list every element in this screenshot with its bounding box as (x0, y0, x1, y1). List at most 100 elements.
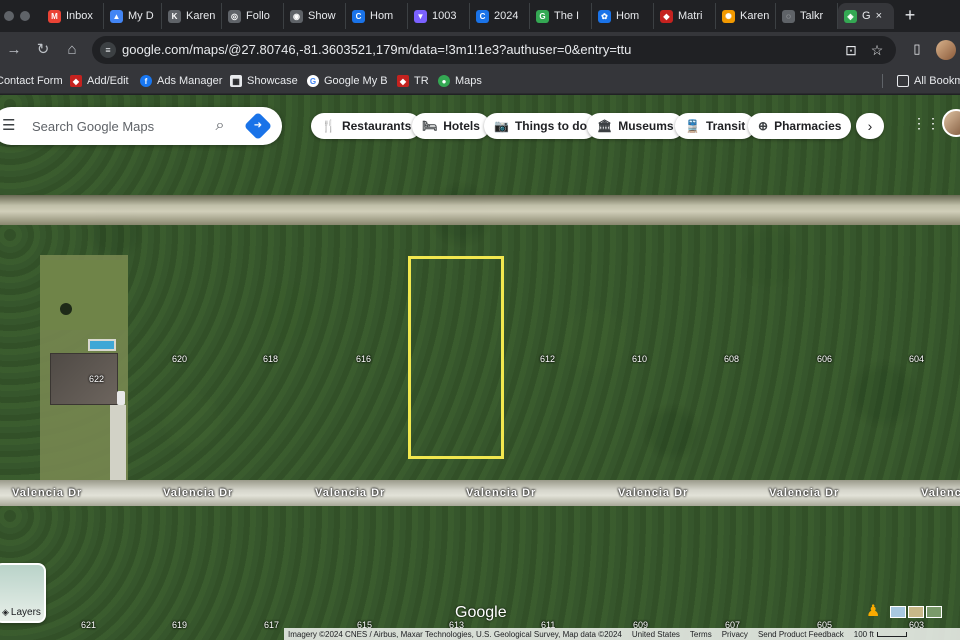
lot-number: 616 (356, 354, 372, 364)
tab-1003[interactable]: ▼ 1003 (408, 3, 470, 29)
bookmark-label: Showcase (247, 75, 298, 87)
google-logo: Google (455, 604, 507, 621)
chip-label: Restaurants (341, 119, 412, 133)
lot-number: 610 (632, 354, 648, 364)
tab-title: Hom (616, 10, 640, 22)
search-input[interactable] (32, 116, 192, 136)
site-icon: C (476, 9, 489, 23)
bookmark-maps[interactable]: ● Maps (438, 72, 482, 90)
terrain-thumbnail[interactable] (908, 606, 924, 618)
street-label: Valencia Dr (315, 487, 386, 499)
all-bookmarks[interactable]: All Bookm (897, 72, 960, 90)
side-panel-icon[interactable]: ▯ (908, 40, 926, 58)
search-icon[interactable]: ⌕ (210, 116, 230, 136)
scale-label[interactable]: 100 ft (854, 630, 907, 639)
bookmark-star-icon[interactable]: ☆ (868, 41, 886, 59)
bookmark-label: TR (414, 75, 429, 87)
bookmark-label: Add/Edit (87, 75, 129, 87)
map-type-thumbnail[interactable] (890, 606, 906, 618)
tab-follow[interactable]: ◎ Follo (222, 3, 284, 29)
facebook-icon: f (140, 75, 152, 87)
highlighted-parcel[interactable] (408, 256, 504, 459)
tab-title: Karen (186, 10, 215, 22)
tab-matrix[interactable]: ◆ Matri (654, 3, 716, 29)
bookmark-label: Google My B (324, 75, 388, 87)
tab-title: Inbox (66, 10, 93, 22)
pegman-icon[interactable]: ♟ (866, 602, 880, 622)
camera-icon: 📷 (494, 119, 509, 133)
tab-google-maps-active[interactable]: ◈ G × (838, 3, 894, 29)
directions-icon[interactable]: ➜ (243, 111, 273, 141)
chip-label: Things to do (514, 119, 587, 133)
bookmark-google-my-business[interactable]: G Google My B (307, 72, 388, 90)
bookmark-label: All Bookm (914, 75, 960, 87)
chip-restaurants[interactable]: 🍴 Restaurants (311, 113, 422, 139)
home-icon[interactable]: ⌂ (62, 40, 82, 60)
hamburger-menu-icon[interactable]: ☰ (2, 118, 16, 134)
site-icon: ◆ (660, 9, 673, 23)
site-icon: ✿ (598, 9, 611, 23)
lot-number: 617 (264, 620, 280, 630)
layers-button[interactable]: ◈ Layers (0, 563, 46, 623)
tab-inbox[interactable]: M Inbox (42, 3, 104, 29)
chip-museums[interactable]: 🏛 Museums (587, 113, 684, 139)
lot-number: 620 (172, 354, 188, 364)
tab-2024[interactable]: C 2024 (470, 3, 530, 29)
bookmark-add-edit[interactable]: ◆ Add/Edit (70, 72, 129, 90)
url-text[interactable]: google.com/maps/@27.80746,-81.3603521,17… (122, 36, 631, 64)
new-tab-button[interactable]: + (898, 4, 922, 28)
chip-pharmacies[interactable]: ⊕ Pharmacies (748, 113, 852, 139)
bookmark-label: Maps (455, 75, 482, 87)
site-info-icon[interactable]: ≡ (100, 42, 116, 58)
tab-karen-2[interactable]: ✺ Karen (716, 3, 776, 29)
forward-icon[interactable]: → (4, 40, 24, 60)
tab-title: Karen (740, 10, 769, 22)
house-roof (50, 353, 118, 405)
layers-icon: ◈ (2, 607, 9, 617)
street-label: Valencia Dr (618, 487, 689, 499)
chip-hotels[interactable]: 🛏 Hotels (412, 113, 490, 139)
chip-transit[interactable]: 🚆 Transit (675, 113, 756, 139)
privacy-link[interactable]: Privacy (722, 630, 748, 639)
apps-grid-icon[interactable]: ⋮⋮ (912, 115, 940, 131)
address-bar[interactable]: ≡ google.com/maps/@27.80746,-81.3603521,… (92, 36, 896, 64)
reload-icon[interactable]: ↻ (33, 40, 53, 60)
chip-label: Transit (705, 119, 746, 133)
map-attribution-bar: Imagery ©2024 CNES / Airbus, Maxar Techn… (284, 628, 960, 640)
tab-title: My D (128, 10, 154, 22)
lot-number: 619 (172, 620, 188, 630)
tab-my-drive[interactable]: ▲ My D (104, 3, 162, 29)
tab-show[interactable]: ◉ Show (284, 3, 346, 29)
maps-pin-icon: ● (438, 75, 450, 87)
chip-things-to-do[interactable]: 📷 Things to do (484, 113, 597, 139)
country-link[interactable]: United States (632, 630, 680, 639)
satellite-thumbnail[interactable] (926, 606, 942, 618)
bookmark-label: Ads Manager (157, 75, 223, 87)
tab-karen[interactable]: K Karen (162, 3, 222, 29)
lot-number: 608 (724, 354, 740, 364)
tab-home-2[interactable]: ✿ Hom (592, 3, 654, 29)
bookmark-contact-form[interactable]: Contact Form (0, 72, 63, 90)
lot-number: 612 (540, 354, 556, 364)
close-icon[interactable]: × (876, 10, 882, 22)
tab-home[interactable]: C Hom (346, 3, 408, 29)
tab-the[interactable]: G The I (530, 3, 592, 29)
chevron-right-icon[interactable]: › (856, 113, 884, 139)
bookmark-ads-manager[interactable]: f Ads Manager (140, 72, 222, 90)
bookmark-showcase[interactable]: ▦ Showcase (230, 72, 298, 90)
pharmacy-icon: ⊕ (758, 119, 769, 133)
profile-avatar[interactable] (936, 40, 956, 60)
install-icon[interactable]: ⊡ (842, 41, 860, 59)
feedback-link[interactable]: Send Product Feedback (758, 630, 844, 639)
satellite-map[interactable]: 620 622 618 616 612 610 608 606 604 Vale… (0, 95, 960, 640)
folder-icon (897, 75, 909, 87)
street-label: Valencia Dr (769, 487, 840, 499)
window-zoom-dot[interactable] (20, 11, 30, 21)
street-label: Valencia Dr (163, 487, 234, 499)
terms-link[interactable]: Terms (690, 630, 712, 639)
tab-talkr[interactable]: ◌ Talkr (776, 3, 838, 29)
window-minimize-dot[interactable] (4, 11, 14, 21)
bookmark-tr[interactable]: ◆ TR (397, 72, 429, 90)
maps-icon: ◈ (844, 9, 857, 23)
maps-search-box: ☰ ⌕ ➜ (0, 107, 282, 145)
